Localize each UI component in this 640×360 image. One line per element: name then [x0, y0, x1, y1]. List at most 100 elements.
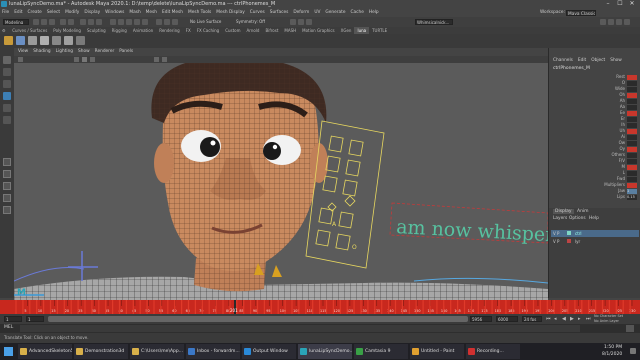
go-to-start-icon[interactable]: ⏮: [546, 316, 551, 322]
left-eye[interactable]: [181, 130, 221, 162]
select-tool-icon[interactable]: [3, 56, 11, 64]
scale-tool-icon[interactable]: [3, 116, 11, 124]
shoulder-control-curve[interactable]: [413, 277, 548, 284]
ipr-render-icon[interactable]: [172, 19, 178, 25]
menu-item-edit-mesh[interactable]: Edit Mesh: [162, 9, 183, 17]
viewport-menu-panels[interactable]: Panels: [119, 48, 133, 56]
layout-four-icon[interactable]: [3, 170, 11, 178]
snap-point-icon[interactable]: [126, 19, 132, 25]
word-overlay[interactable]: am now whisper: [389, 202, 548, 246]
clock-time[interactable]: 1:50 PM: [604, 345, 622, 350]
layer-menu-help[interactable]: Help: [589, 216, 599, 221]
shelf-tool-icon[interactable]: [4, 36, 13, 45]
play-forward-icon[interactable]: ▶: [570, 316, 574, 322]
channel-row[interactable]: Lips 0.15: [617, 194, 637, 200]
fps-dropdown[interactable]: 24 fps: [522, 316, 542, 322]
channel-value-field[interactable]: [627, 146, 637, 152]
channel-box-menu-edit[interactable]: Edit: [578, 58, 586, 63]
channel-value-field[interactable]: [627, 170, 637, 176]
shelf-tool-icon[interactable]: [16, 36, 25, 45]
snap-view-icon[interactable]: [134, 19, 140, 25]
wireframe-icon[interactable]: [74, 57, 79, 62]
menu-item-generate[interactable]: Generate: [325, 9, 345, 17]
channel-row[interactable]: Oy: [619, 146, 637, 152]
channel-value-field[interactable]: [627, 134, 637, 140]
menu-item-mash[interactable]: Mash: [129, 9, 140, 17]
layout-graph-icon[interactable]: [3, 206, 11, 214]
shelf-tab-rendering[interactable]: Rendering: [156, 27, 182, 34]
open-scene-icon[interactable]: [41, 19, 47, 25]
layer-tab-display[interactable]: Display: [553, 209, 574, 214]
channel-row[interactable]: Ih: [621, 122, 637, 128]
render-view-icon[interactable]: [298, 19, 304, 25]
shelf-tool-icon[interactable]: [76, 36, 85, 45]
isolate-select-icon[interactable]: [154, 57, 159, 62]
menu-item-edit[interactable]: Edit: [14, 9, 22, 17]
anim-start-field[interactable]: 1: [26, 316, 44, 322]
channel-box-toggle-icon[interactable]: [608, 19, 614, 25]
tool-settings-toggle-icon[interactable]: [624, 19, 630, 25]
shelf-tab-animation[interactable]: Animation: [130, 27, 156, 34]
taskbar-item[interactable]: lunaLipSyncDemo...: [298, 344, 352, 359]
menu-item-uv[interactable]: UV: [314, 9, 320, 17]
play-back-icon[interactable]: ◀: [562, 316, 566, 322]
taskbar-item[interactable]: Camtasia 9: [354, 344, 408, 359]
layer-name[interactable]: lyr: [575, 239, 580, 244]
channel-value-field[interactable]: [627, 92, 637, 98]
symmetry-label[interactable]: Symmetry: Off: [236, 19, 265, 24]
workspace-dropdown[interactable]: Maya Classic: [566, 10, 596, 16]
shirt-mesh[interactable]: [14, 276, 548, 300]
menu-item-help[interactable]: Help: [369, 9, 379, 17]
channel-value-field[interactable]: [627, 86, 637, 92]
snap-curve-icon[interactable]: [118, 19, 124, 25]
channel-value-field[interactable]: [627, 164, 637, 170]
taskbar-item[interactable]: C:\Users\me\App...: [130, 344, 184, 359]
hypershade-icon[interactable]: [306, 19, 312, 25]
channel-row[interactable]: Uh: [620, 128, 637, 134]
end-frame-field[interactable]: 5956: [470, 316, 492, 322]
channel-value-field[interactable]: [627, 98, 637, 104]
shelf-tab-mash[interactable]: MASH: [281, 27, 299, 34]
range-slider-bar[interactable]: [48, 316, 468, 322]
right-eye[interactable]: [263, 135, 301, 165]
shelf-tab-fx-caching[interactable]: FX Caching: [194, 27, 222, 34]
menu-item-modify[interactable]: Modify: [65, 9, 79, 17]
rotate-tool-icon[interactable]: [3, 104, 11, 112]
time-slider[interactable]: 5101520253035404550556065707580859095100…: [0, 300, 640, 314]
taskbar-item[interactable]: Recording...: [466, 344, 520, 359]
shelf-tab-arnold[interactable]: Arnold: [244, 27, 263, 34]
mode-dropdown[interactable]: Modeling: [3, 19, 29, 25]
attribute-editor-toggle-icon[interactable]: [616, 19, 622, 25]
panel-toggle-icon[interactable]: [600, 19, 606, 25]
channel-row[interactable]: Ee: [620, 110, 637, 116]
user-account[interactable]: Whimsicalnick...: [415, 19, 453, 25]
channel-value-field[interactable]: [627, 158, 637, 164]
select-hierarchy-icon[interactable]: [80, 19, 86, 25]
channel-value-field[interactable]: [627, 104, 637, 110]
viewport-menu-view[interactable]: View: [18, 48, 28, 56]
taskbar-item[interactable]: AdvancedSkeleton5: [18, 344, 72, 359]
command-input[interactable]: [20, 325, 580, 332]
channel-row[interactable]: Ai: [621, 134, 637, 140]
locator-control[interactable]: [68, 251, 98, 281]
channel-box-menu-show[interactable]: Show: [610, 58, 622, 63]
start-frame-field[interactable]: 1: [4, 316, 22, 322]
shelf-settings-icon[interactable]: ⚙: [0, 27, 8, 34]
channel-row[interactable]: Rest: [616, 74, 637, 80]
render-settings-icon[interactable]: [290, 19, 296, 25]
shelf-tool-icon[interactable]: [28, 36, 37, 45]
shelf-tab-rigging[interactable]: Rigging: [109, 27, 130, 34]
paint-select-tool-icon[interactable]: [3, 80, 11, 88]
anim-layer-label[interactable]: No Anim Layer: [594, 319, 619, 323]
script-editor-icon[interactable]: [626, 325, 634, 332]
shelf-tab-fx[interactable]: FX: [183, 27, 194, 34]
perspective-viewport[interactable]: A O am now whisper M: [14, 63, 548, 300]
step-forward-icon[interactable]: ▸: [578, 316, 581, 322]
menu-item-display[interactable]: Display: [84, 9, 100, 17]
channel-row[interactable]: M: [622, 164, 637, 170]
history-icon[interactable]: [156, 19, 162, 25]
smooth-shade-icon[interactable]: [82, 57, 87, 62]
menu-item-cache[interactable]: Cache: [350, 9, 363, 17]
live-surface-label[interactable]: No Live Surface: [190, 19, 221, 24]
channel-box-menu-object[interactable]: Object: [591, 58, 605, 63]
